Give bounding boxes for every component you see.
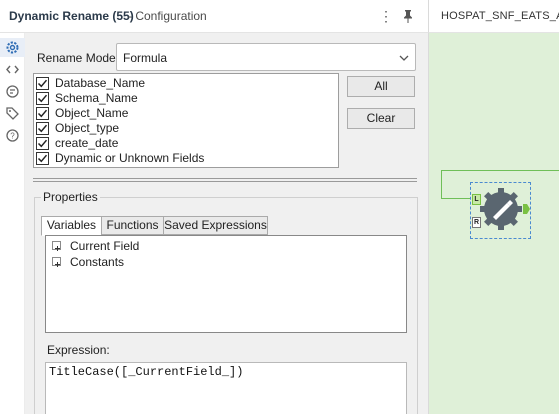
rename-mode-value: Formula <box>123 51 168 65</box>
tab-saved-expressions[interactable]: Saved Expressions <box>163 216 268 235</box>
help-icon[interactable]: ? <box>5 128 20 143</box>
field-row[interactable]: Dynamic or Unknown Fields <box>36 151 326 166</box>
field-row[interactable]: Object_Name <box>36 106 326 121</box>
splitter-line[interactable] <box>33 181 417 182</box>
expression-label: Expression: <box>47 343 110 357</box>
connection-line <box>441 198 471 199</box>
pin-icon[interactable] <box>400 8 416 24</box>
field-row[interactable]: create_date <box>36 136 326 151</box>
field-label: Dynamic or Unknown Fields <box>55 151 205 165</box>
tool-title: Dynamic Rename (55) <box>9 9 134 23</box>
gear-icon[interactable] <box>5 40 20 55</box>
field-label: create_date <box>55 136 119 150</box>
field-label: Schema_Name <box>55 91 138 105</box>
checkbox[interactable] <box>36 92 49 105</box>
right-input-anchor[interactable]: R <box>472 217 481 228</box>
connection-line <box>441 170 559 171</box>
field-row[interactable]: Schema_Name <box>36 91 326 106</box>
tab-variables[interactable]: Variables <box>41 216 102 236</box>
tag-icon[interactable] <box>5 106 20 121</box>
code-icon[interactable] <box>5 62 20 77</box>
field-label: Object_Name <box>55 106 129 120</box>
clear-button[interactable]: Clear <box>347 108 415 129</box>
panel-subtitle: - Configuration <box>128 9 207 23</box>
config-header: Dynamic Rename (55) - Configuration ⋮ <box>0 0 428 33</box>
expression-text: TitleCase([_CurrentField_]) <box>49 365 244 379</box>
rename-mode-select[interactable]: Formula <box>116 43 416 71</box>
select-all-button[interactable]: All <box>347 76 415 97</box>
chevron-down-icon <box>399 52 409 62</box>
more-options-button[interactable]: ⋮ <box>379 8 393 24</box>
annotation-icon[interactable] <box>5 84 20 99</box>
splitter-line[interactable] <box>33 178 417 179</box>
expand-icon[interactable] <box>52 257 61 267</box>
tree-node-label: Constants <box>70 255 125 269</box>
rename-mode-label: Rename Mode: <box>37 51 120 65</box>
field-row[interactable]: Object_type <box>36 121 326 136</box>
field-list: Database_Name Schema_Name Object_Name Ob… <box>33 73 339 168</box>
checkbox[interactable] <box>36 152 49 165</box>
variables-tree: Current Field Constants <box>45 235 407 333</box>
expand-icon[interactable] <box>52 241 61 251</box>
checkbox[interactable] <box>36 77 49 90</box>
tab-functions[interactable]: Functions <box>101 216 164 235</box>
field-label: Object_type <box>55 121 120 135</box>
tree-node-label: Current Field <box>70 239 140 253</box>
field-label: Database_Name <box>55 76 146 90</box>
left-input-anchor[interactable]: L <box>472 194 481 205</box>
workflow-tab[interactable]: HOSPAT_SNF_EATS_AH_ <box>428 0 559 33</box>
field-row[interactable]: Database_Name <box>36 76 326 91</box>
expression-editor[interactable]: TitleCase([_CurrentField_]) <box>45 362 407 414</box>
connection-line <box>441 170 442 199</box>
checkbox[interactable] <box>36 122 49 135</box>
svg-text:?: ? <box>10 132 15 141</box>
dynamic-rename-tool[interactable]: L R <box>470 182 531 239</box>
checkbox[interactable] <box>36 107 49 120</box>
properties-label: Properties <box>41 190 100 204</box>
checkbox[interactable] <box>36 137 49 150</box>
workflow-tab-title: HOSPAT_SNF_EATS_AH_ <box>441 10 559 22</box>
